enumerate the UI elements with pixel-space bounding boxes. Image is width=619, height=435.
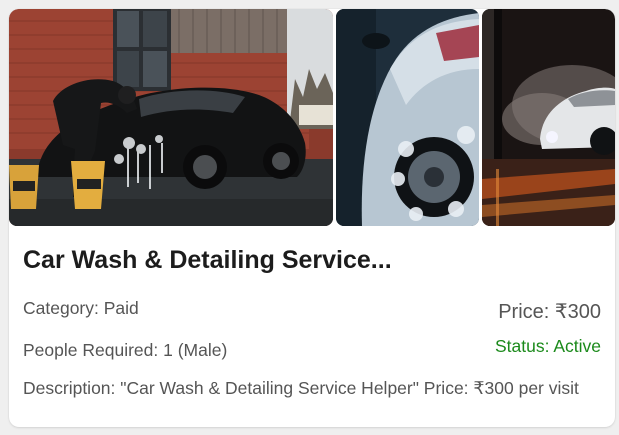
people-required-label: People Required: 1 (Male) xyxy=(23,340,228,360)
service-title[interactable]: Car Wash & Detailing Service... xyxy=(23,246,603,275)
service-card[interactable]: Car Wash & Detailing Service... Category… xyxy=(9,9,615,427)
foam-car-photo[interactable] xyxy=(336,9,479,226)
description-text: Description: "Car Wash & Detailing Servi… xyxy=(23,378,579,398)
car-wash-photo-main[interactable] xyxy=(9,9,333,226)
steam-car-photo[interactable] xyxy=(482,9,615,226)
price-label: Price: ₹300 xyxy=(498,301,601,323)
status-badge: Status: Active xyxy=(494,336,601,356)
photo-gallery xyxy=(9,9,615,226)
category-label: Category: Paid xyxy=(23,298,139,318)
